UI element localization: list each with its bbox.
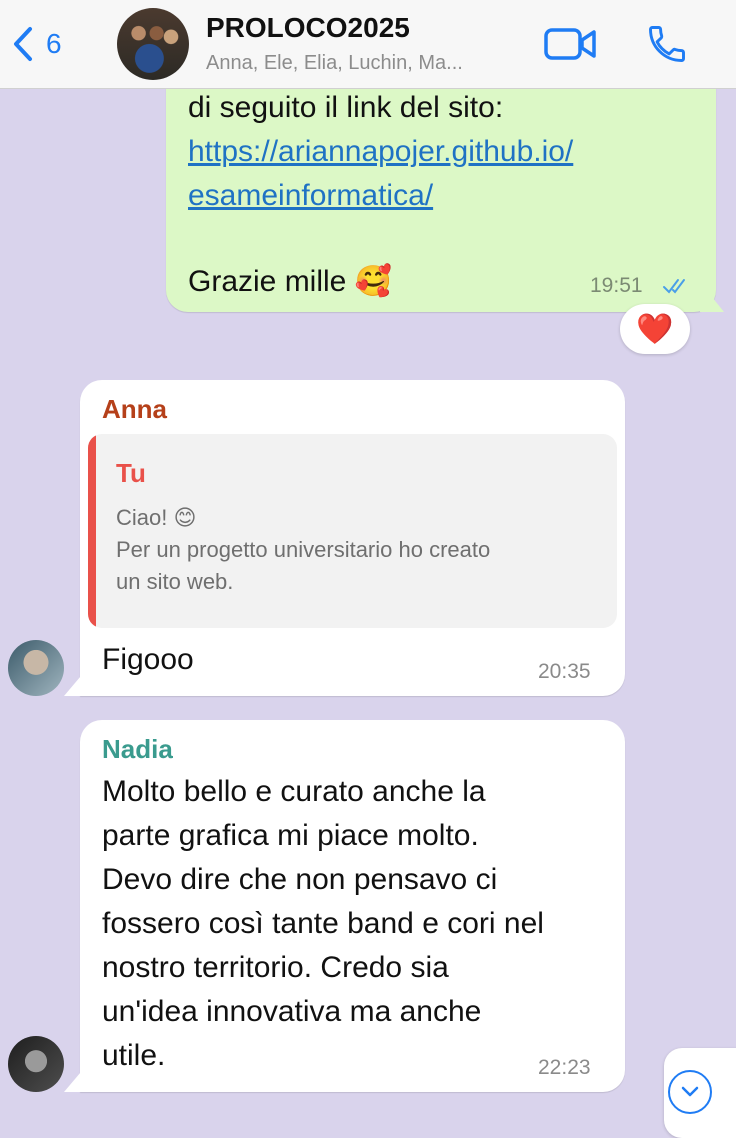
group-members[interactable]: Anna, Ele, Elia, Luchin, Ma...: [206, 52, 463, 75]
quoted-message[interactable]: Tu Ciao! 😊 Per un progetto universitario…: [88, 434, 617, 628]
scroll-to-bottom-button[interactable]: [664, 1048, 736, 1138]
sender-name[interactable]: Anna: [102, 394, 167, 425]
message-text: fossero così tante band e cori nel: [102, 907, 544, 940]
message-text: Molto bello e curato anche la: [102, 775, 486, 808]
group-avatar[interactable]: [117, 8, 189, 80]
chevron-down-icon: [681, 1086, 699, 1097]
nadia-avatar[interactable]: [8, 1036, 64, 1092]
chat-header: 6 PROLOCO2025 Anna, Ele, Elia, Luchin, M…: [0, 0, 736, 89]
double-check-icon: [663, 279, 685, 294]
message-time: 22:23: [538, 1056, 591, 1079]
bubble-tail: [64, 670, 86, 696]
anna-avatar[interactable]: [8, 640, 64, 696]
sender-name[interactable]: Nadia: [102, 734, 173, 765]
video-call-button[interactable]: [544, 26, 598, 67]
message-text: Figooo: [102, 643, 194, 676]
message-text: Devo dire che non pensavo ci: [102, 863, 498, 896]
message-text: parte grafica mi piace molto.: [102, 819, 479, 852]
chevron-left-icon: [14, 27, 32, 61]
back-button[interactable]: 6: [12, 26, 62, 62]
site-link-continued[interactable]: esameinformatica/: [188, 174, 433, 218]
message-time: 19:51: [590, 274, 643, 297]
quote-line: Ciao! 😊: [116, 505, 197, 530]
incoming-message-bubble[interactable]: Nadia Molto bello e curato anche la part…: [80, 720, 625, 1092]
scroll-circle: [668, 1070, 712, 1114]
quote-line: Per un progetto universitario ho creato: [116, 537, 491, 562]
phone-icon: [649, 26, 685, 62]
group-name[interactable]: PROLOCO2025: [206, 12, 410, 44]
outgoing-message-bubble[interactable]: di seguito il link del sito: https://ari…: [166, 60, 716, 312]
message-text: utile.: [102, 1039, 166, 1072]
message-text: di seguito il link del sito:: [188, 91, 504, 124]
message-time: 20:35: [538, 660, 591, 683]
message-reaction[interactable]: ❤️: [620, 304, 690, 354]
unread-count: 6: [46, 28, 62, 59]
quote-line: un sito web.: [116, 569, 234, 594]
bubble-tail: [64, 1066, 86, 1092]
voice-call-button[interactable]: [645, 22, 689, 71]
quote-bar: [88, 434, 96, 628]
message-text: nostro territorio. Credo sia: [102, 951, 449, 984]
message-text: Grazie mille 🥰: [188, 265, 393, 298]
site-link[interactable]: https://ariannapojer.github.io/: [188, 130, 573, 174]
message-text: un'idea innovativa ma anche: [102, 995, 482, 1028]
quote-author: Tu: [116, 458, 146, 488]
quote-text: Ciao! 😊 Per un progetto universitario ho…: [116, 502, 596, 598]
video-call-icon: [544, 28, 596, 60]
incoming-message-bubble[interactable]: Anna Tu Ciao! 😊 Per un progetto universi…: [80, 380, 625, 696]
heart-reaction-icon: ❤️: [636, 312, 674, 346]
